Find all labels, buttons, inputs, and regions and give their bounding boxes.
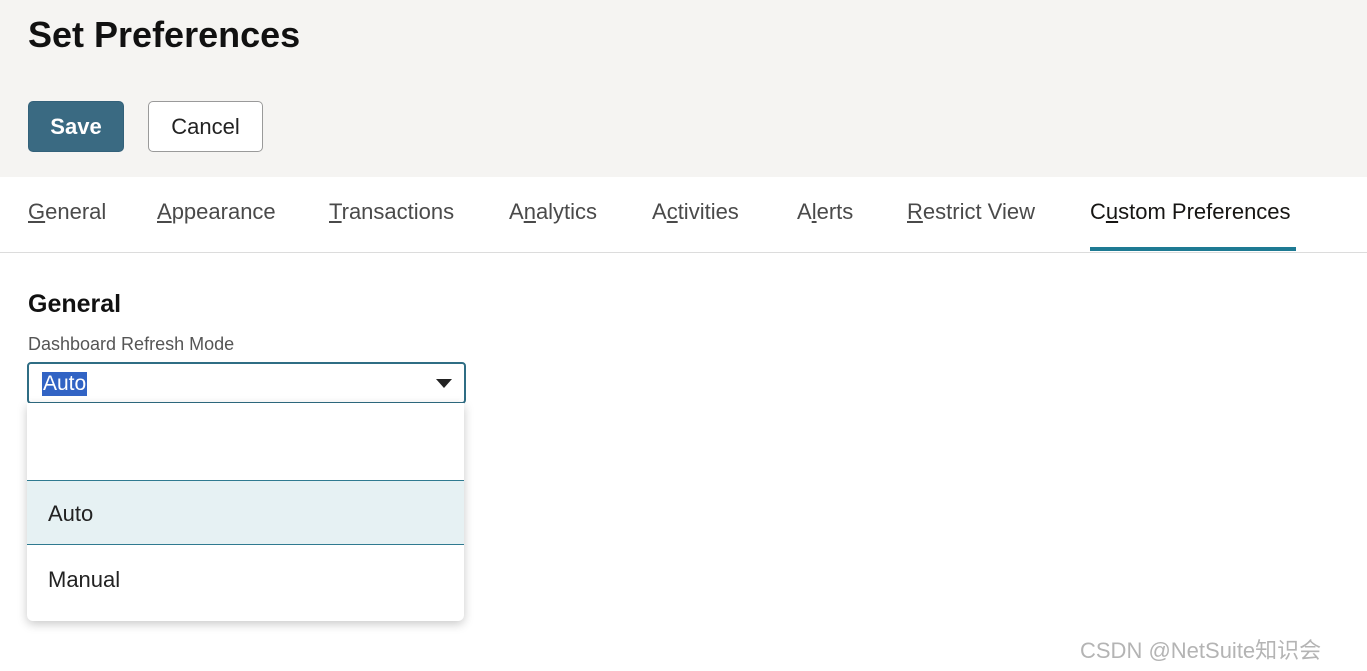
cancel-button[interactable]: Cancel [148,101,263,152]
chevron-down-icon[interactable] [436,379,452,388]
option-manual[interactable]: Manual [27,545,464,610]
active-tab-indicator [1090,247,1296,251]
tab-custom-preferences[interactable]: Custom Preferences [1090,199,1291,225]
tab-analytics[interactable]: Analytics [509,199,597,225]
tab-bar: General Appearance Transactions Analytic… [0,177,1367,253]
select-value: Auto [42,372,88,396]
tab-alerts[interactable]: Alerts [797,199,853,225]
dropdown-list: Auto Manual [27,403,464,621]
page-title: Set Preferences [28,14,301,55]
tab-restrict-view[interactable]: Restrict View [907,199,1035,225]
option-auto[interactable]: Auto [27,480,464,545]
save-button[interactable]: Save [28,101,124,152]
dashboard-refresh-mode-select[interactable]: Auto [27,362,466,404]
option-label: Auto [48,501,94,526]
watermark: CSDN @NetSuite知识会 [1080,638,1322,663]
section-title: General [28,290,122,318]
option-label: Manual [48,567,121,592]
page-header: Set Preferences Save Cancel [0,0,1367,177]
tab-general[interactable]: General [28,199,106,225]
tab-appearance[interactable]: Appearance [157,199,276,225]
tab-transactions[interactable]: Transactions [329,199,454,225]
dashboard-refresh-mode-label: Dashboard Refresh Mode [28,334,235,354]
option-blank[interactable] [27,403,464,480]
tab-activities[interactable]: Activities [652,199,739,225]
